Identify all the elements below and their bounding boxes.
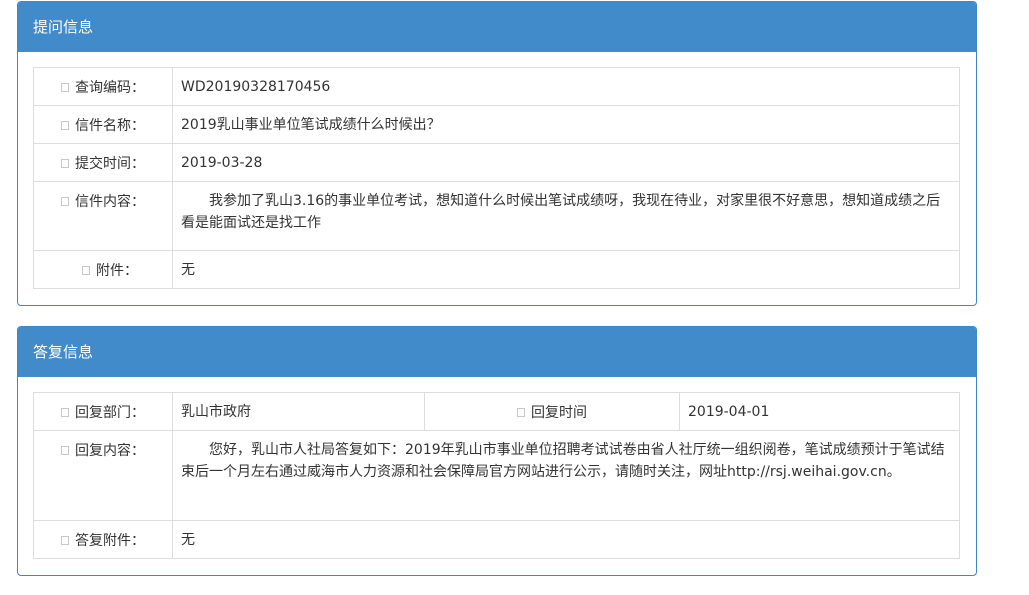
submit-time-label: 提交时间：: [75, 156, 145, 172]
letter-title-label: 信件名称：: [75, 118, 145, 134]
submit-time-value: 2019-03-28: [172, 143, 960, 182]
attachment-label: 附件：: [96, 263, 138, 279]
table-row: 信件名称： 2019乳山事业单位笔试成绩什么时候出？: [33, 105, 960, 144]
question-table: 查询编码： WD20190328170456 信件名称： 2019乳山事业单位笔…: [33, 67, 960, 289]
letter-content-label: 信件内容：: [75, 194, 145, 210]
checkbox-icon: [61, 158, 69, 168]
reply-time-label: 回复时间: [531, 405, 587, 421]
reply-panel-title: 答复信息: [18, 327, 976, 377]
reply-table: 回复部门： 乳山市政府 回复时间 2019-04-01 回复内容： 您好，乳山市…: [33, 392, 960, 559]
query-code-value: WD20190328170456: [172, 67, 960, 106]
reply-panel: 答复信息 回复部门： 乳山市政府 回复时间 2019-04-01 回复内容： 您…: [17, 326, 977, 576]
table-row: 答复附件： 无: [33, 520, 960, 559]
reply-attachment-label: 答复附件：: [75, 533, 145, 549]
reply-dept-label: 回复部门：: [75, 405, 145, 421]
attachment-value: 无: [172, 250, 960, 289]
table-row: 查询编码： WD20190328170456: [33, 67, 960, 106]
reply-content-label: 回复内容：: [75, 443, 145, 459]
checkbox-icon: [82, 265, 90, 275]
reply-dept-value: 乳山市政府: [172, 392, 425, 431]
table-row: 提交时间： 2019-03-28: [33, 143, 960, 182]
checkbox-icon: [61, 82, 69, 92]
question-panel: 提问信息 查询编码： WD20190328170456 信件名称： 2019乳山…: [17, 1, 977, 306]
table-row: 回复部门： 乳山市政府 回复时间 2019-04-01: [33, 392, 960, 431]
checkbox-icon: [61, 445, 69, 455]
checkbox-icon: [61, 196, 69, 206]
reply-attachment-value: 无: [172, 520, 960, 559]
checkbox-icon: [517, 407, 525, 417]
reply-time-value: 2019-04-01: [679, 392, 960, 431]
reply-content-value: 您好，乳山市人社局答复如下：2019年乳山市事业单位招聘考试试卷由省人社厅统一组…: [172, 430, 960, 521]
letter-title-value: 2019乳山事业单位笔试成绩什么时候出？: [172, 105, 960, 144]
question-panel-title: 提问信息: [18, 2, 976, 52]
checkbox-icon: [61, 535, 69, 545]
checkbox-icon: [61, 407, 69, 417]
table-row: 附件： 无: [33, 250, 960, 289]
query-code-label: 查询编码：: [75, 80, 145, 96]
table-row: 信件内容： 我参加了乳山3.16的事业单位考试，想知道什么时候出笔试成绩呀，我现…: [33, 181, 960, 251]
checkbox-icon: [61, 120, 69, 130]
table-row: 回复内容： 您好，乳山市人社局答复如下：2019年乳山市事业单位招聘考试试卷由省…: [33, 430, 960, 521]
letter-content-value: 我参加了乳山3.16的事业单位考试，想知道什么时候出笔试成绩呀，我现在待业，对家…: [172, 181, 960, 251]
